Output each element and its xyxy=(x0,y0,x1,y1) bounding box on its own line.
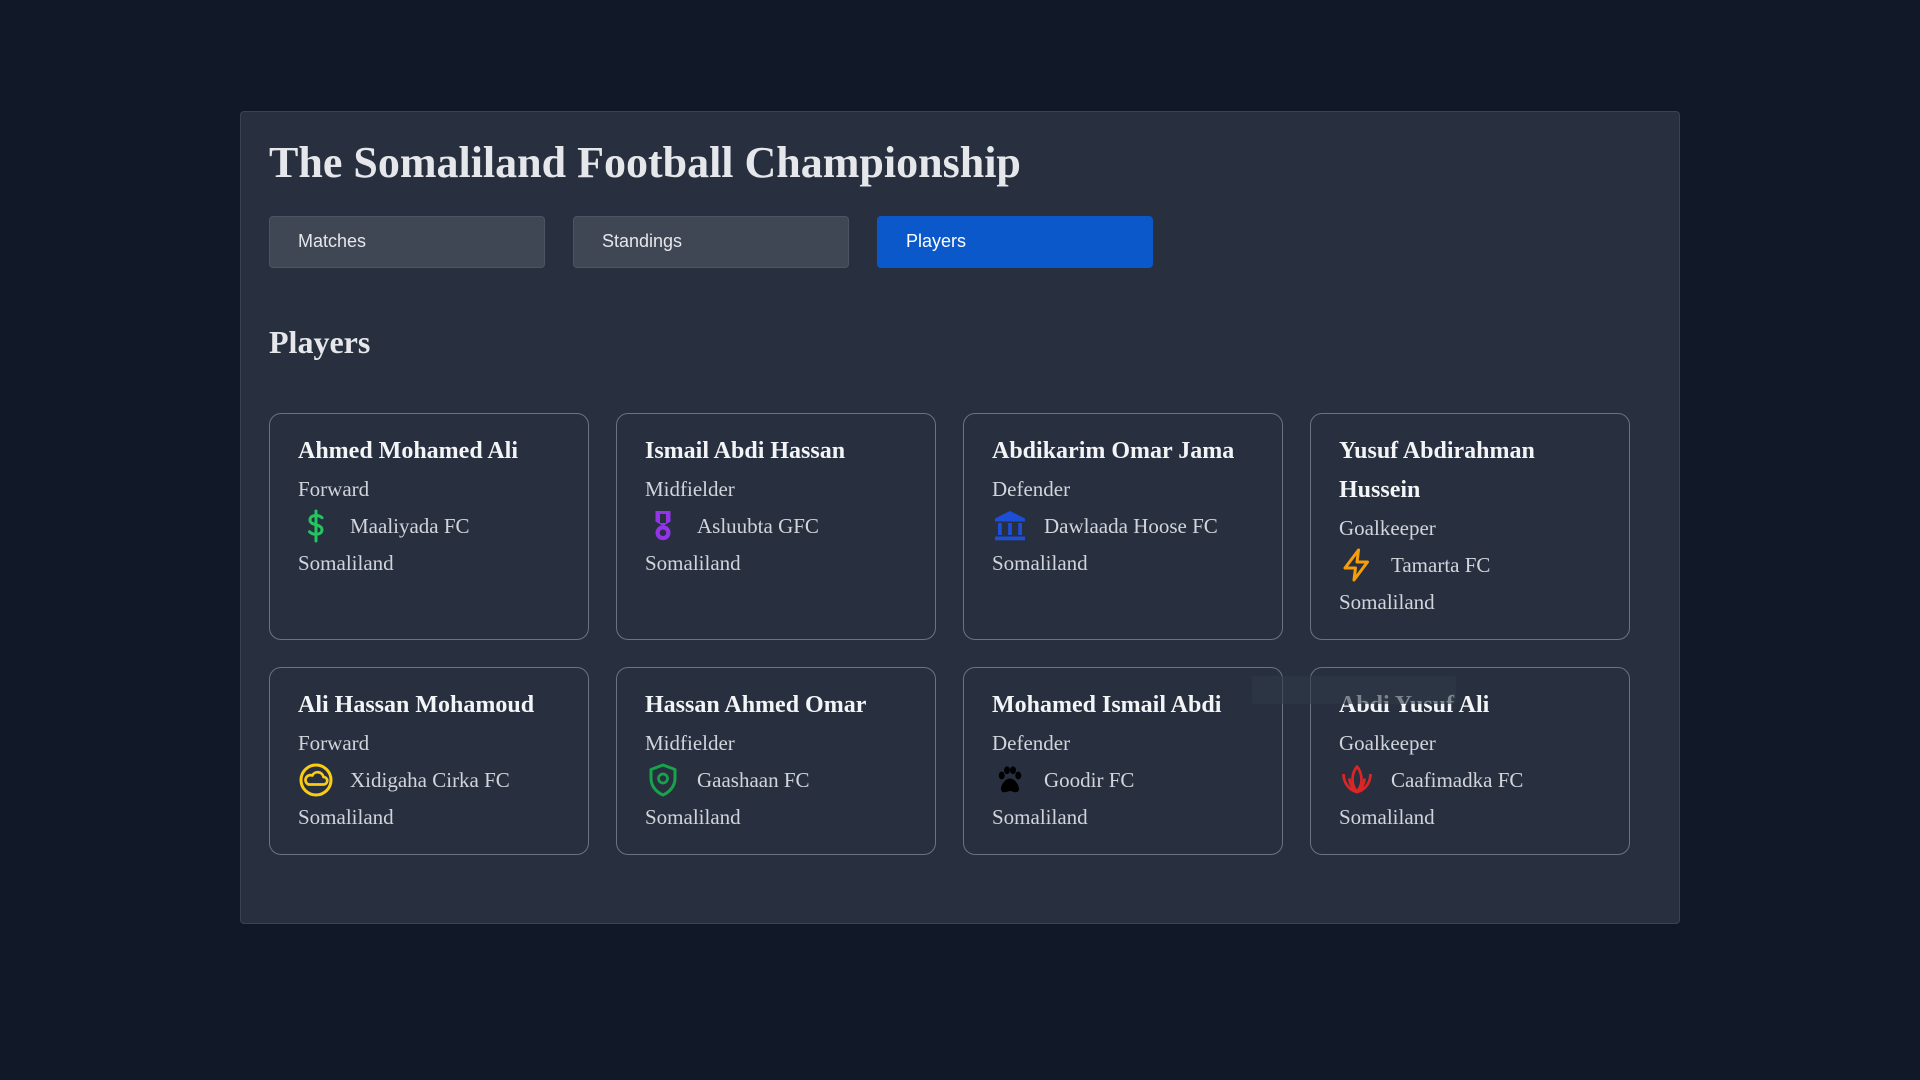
player-country: Somaliland xyxy=(298,804,394,829)
players-grid: Ahmed Mohamed Ali Forward Maaliyada FC S… xyxy=(269,412,1651,855)
player-card[interactable]: Ismail Abdi Hassan Midfielder Asluubta G… xyxy=(616,412,936,640)
tooltip-ghost xyxy=(1252,676,1456,704)
player-card[interactable]: Mohamed Ismail Abdi Defender Goodir FC S… xyxy=(963,666,1283,855)
medal-icon xyxy=(645,508,681,544)
player-country: Somaliland xyxy=(992,804,1088,829)
player-position: Forward xyxy=(298,730,370,755)
club-name: Xidigaha Cirka FC xyxy=(350,767,510,792)
player-position: Goalkeeper xyxy=(1339,515,1436,540)
player-position: Defender xyxy=(992,730,1071,755)
player-card[interactable]: Abdikarim Omar Jama Defender Dawlaada Ho… xyxy=(963,412,1283,640)
player-position: Defender xyxy=(992,476,1071,501)
player-club: Maaliyada FC xyxy=(298,508,560,545)
tab-standings[interactable]: Standings xyxy=(573,215,849,268)
club-name: Caafimadka FC xyxy=(1391,767,1524,792)
lotus-icon xyxy=(1339,762,1375,798)
player-position: Midfielder xyxy=(645,730,735,755)
club-name: Goodir FC xyxy=(1044,767,1135,792)
player-country: Somaliland xyxy=(645,550,741,575)
player-card[interactable]: Yusuf Abdirahman Hussein Goalkeeper Tama… xyxy=(1310,412,1630,640)
player-club: Asluubta GFC xyxy=(645,508,907,545)
championship-panel: The Somaliland Football Championship Mat… xyxy=(240,111,1680,924)
building-columns-icon xyxy=(992,508,1028,544)
player-position: Forward xyxy=(298,476,370,501)
player-name: Abdikarim Omar Jama xyxy=(992,437,1235,464)
tab-bar: Matches Standings Players xyxy=(269,215,1651,268)
player-club: Goodir FC xyxy=(992,762,1254,799)
player-name: Yusuf Abdirahman Hussein xyxy=(1339,437,1535,503)
tab-matches[interactable]: Matches xyxy=(269,215,545,268)
page-title: The Somaliland Football Championship xyxy=(269,138,1021,187)
lightning-icon xyxy=(1339,547,1375,583)
dollar-icon xyxy=(298,508,334,544)
player-name: Hassan Ahmed Omar xyxy=(645,691,867,718)
section-title: Players xyxy=(269,323,371,360)
player-club: Xidigaha Cirka FC xyxy=(298,762,560,799)
player-card[interactable]: Ahmed Mohamed Ali Forward Maaliyada FC S… xyxy=(269,412,589,640)
player-country: Somaliland xyxy=(645,804,741,829)
player-card[interactable]: Hassan Ahmed Omar Midfielder Gaashaan FC… xyxy=(616,666,936,855)
player-club: Caafimadka FC xyxy=(1339,762,1601,799)
shield-icon xyxy=(645,762,681,798)
player-country: Somaliland xyxy=(992,550,1088,575)
player-position: Midfielder xyxy=(645,476,735,501)
player-card[interactable]: Ali Hassan Mohamoud Forward Xidigaha Cir… xyxy=(269,666,589,855)
player-name: Ahmed Mohamed Ali xyxy=(298,437,519,464)
player-club: Gaashaan FC xyxy=(645,762,907,799)
player-country: Somaliland xyxy=(1339,804,1435,829)
club-name: Maaliyada FC xyxy=(350,513,470,538)
player-country: Somaliland xyxy=(1339,589,1435,614)
club-name: Asluubta GFC xyxy=(697,513,819,538)
club-name: Gaashaan FC xyxy=(697,767,810,792)
club-name: Dawlaada Hoose FC xyxy=(1044,513,1218,538)
player-club: Dawlaada Hoose FC xyxy=(992,508,1254,545)
player-club: Tamarta FC xyxy=(1339,547,1601,584)
player-name: Mohamed Ismail Abdi xyxy=(992,691,1222,718)
player-country: Somaliland xyxy=(298,550,394,575)
tab-players[interactable]: Players xyxy=(877,215,1153,268)
cloud-circle-icon xyxy=(298,762,334,798)
player-name: Ali Hassan Mohamoud xyxy=(298,691,535,718)
club-name: Tamarta FC xyxy=(1391,552,1491,577)
paw-icon xyxy=(992,762,1028,798)
player-position: Goalkeeper xyxy=(1339,730,1436,755)
player-name: Ismail Abdi Hassan xyxy=(645,437,846,464)
